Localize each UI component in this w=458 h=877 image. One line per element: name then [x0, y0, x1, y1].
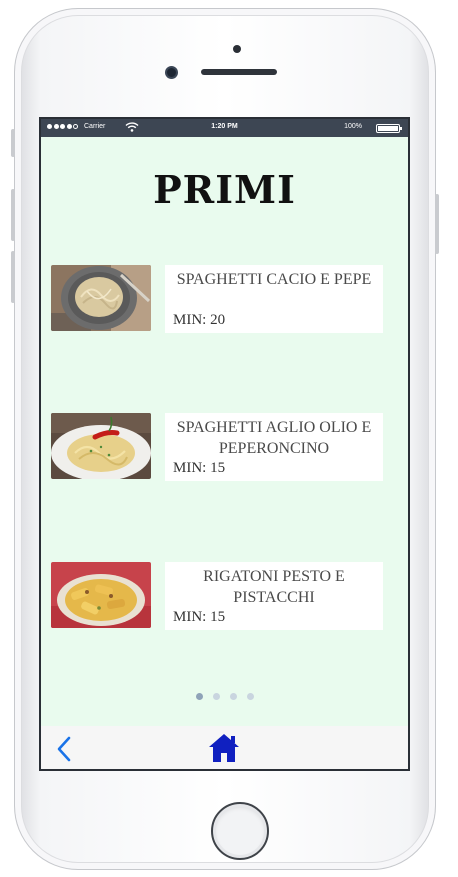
page-dot[interactable] [246, 693, 254, 700]
recipe-card[interactable]: RIGATONI PESTO E PISTACCHI MIN: 15 [165, 562, 383, 630]
recipe-time: MIN: 15 [173, 460, 226, 476]
volume-down-button [11, 251, 15, 303]
bottom-toolbar [41, 726, 408, 769]
power-button [435, 194, 439, 254]
battery-percent: 100% [344, 123, 362, 130]
recipe-name: SPAGHETTI CACIO E PEPE [176, 271, 372, 288]
recipe-time: MIN: 20 [173, 312, 226, 328]
page-dot[interactable] [195, 693, 203, 700]
volume-up-button [11, 189, 15, 241]
page-indicator[interactable] [41, 693, 408, 700]
recipe-card[interactable]: SPAGHETTI AGLIO OLIO E PEPERONCINO MIN: … [165, 413, 383, 481]
mute-switch [11, 129, 15, 157]
page-dot[interactable] [212, 693, 220, 700]
recipe-card[interactable]: SPAGHETTI CACIO E PEPE MIN: 20 [165, 265, 383, 333]
recipe-name: RIGATONI PESTO E PISTACCHI [203, 568, 345, 606]
battery-icon [376, 124, 402, 133]
hardware-home-button[interactable] [211, 802, 269, 860]
page-dot[interactable] [229, 693, 237, 700]
status-bar: Carrier 1:20 PM 100% [41, 119, 408, 137]
app-screen: Carrier 1:20 PM 100% PRIMI SPAGHETTI CAC… [39, 117, 410, 771]
recipe-photo [51, 413, 151, 479]
recipe-item-rigatoni[interactable]: RIGATONI PESTO E PISTACCHI MIN: 15 [51, 562, 385, 630]
home-icon[interactable] [207, 731, 241, 765]
recipe-item-cacio-e-pepe[interactable]: SPAGHETTI CACIO E PEPE MIN: 20 [51, 265, 385, 333]
recipe-photo [51, 562, 151, 628]
recipe-time: MIN: 15 [173, 609, 226, 625]
recipe-photo [51, 265, 151, 331]
chevron-left-icon[interactable] [53, 735, 75, 763]
front-camera [165, 66, 178, 79]
recipe-name: SPAGHETTI AGLIO OLIO E PEPERONCINO [176, 419, 372, 457]
earpiece-speaker [201, 69, 277, 75]
proximity-sensor [233, 45, 241, 53]
page-title: PRIMI [153, 167, 296, 212]
recipe-item-aglio-olio[interactable]: SPAGHETTI AGLIO OLIO E PEPERONCINO MIN: … [51, 413, 385, 481]
